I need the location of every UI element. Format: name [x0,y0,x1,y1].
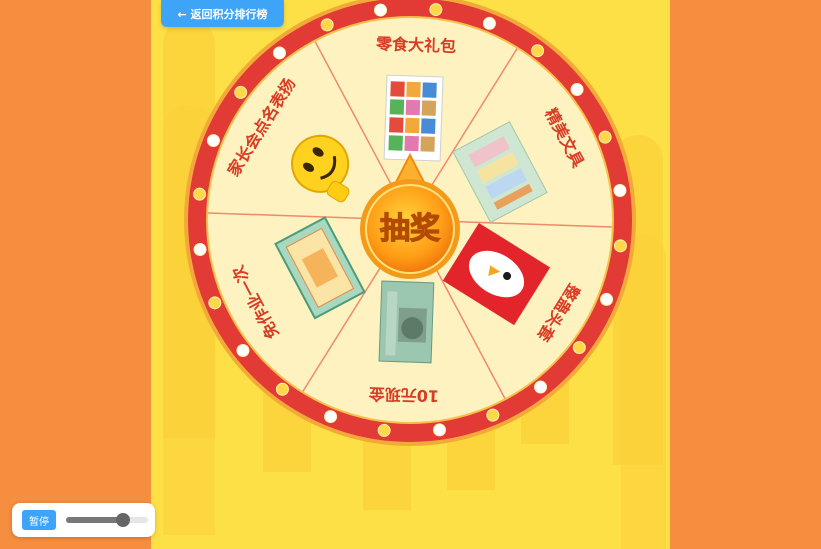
wheel-light [373,3,387,17]
spin-button-label: 抽奖 [380,212,440,247]
volume-slider[interactable] [66,513,148,527]
prize-wheel[interactable]: 零食大礼包精美文具整蛊头套10元现金免作业一次家长会点名表扬抽奖 [0,0,821,549]
prize-label: 零食大礼包 [375,34,457,56]
audio-controls: 暂停 [12,503,155,537]
wheel-light [570,82,584,96]
volume-fill [66,517,124,523]
wheel-light [531,44,545,58]
wheel-light [572,341,586,355]
wheel-light [613,239,627,253]
wheel-light [534,380,548,394]
wheel-light [613,183,627,197]
wheel-light [324,410,338,424]
ten-yuan-banknote-image [378,280,435,364]
volume-slider-thumb[interactable] [116,513,131,527]
wheel-light [482,16,496,30]
snack-bag-photo-image [383,74,444,162]
wheel-light [193,187,207,201]
wheel-light [275,382,289,396]
wheel-light [234,85,248,99]
wheel-light [600,292,614,306]
wheel-light [429,3,443,17]
prize-label: 10元现金 [367,384,439,405]
wheel-light [433,423,447,437]
wheel-light [486,408,500,422]
wheel-light [236,344,250,358]
wheel-light [320,18,334,32]
pause-button[interactable]: 暂停 [22,510,56,530]
wheel-light [598,130,612,144]
wheel-light [208,296,222,310]
wheel-light [193,243,207,257]
wheel-light [377,423,391,437]
wheel-light [272,46,286,60]
wheel-light [206,134,220,148]
back-to-leaderboard-button[interactable]: ← 返回积分排行榜 [161,0,284,27]
